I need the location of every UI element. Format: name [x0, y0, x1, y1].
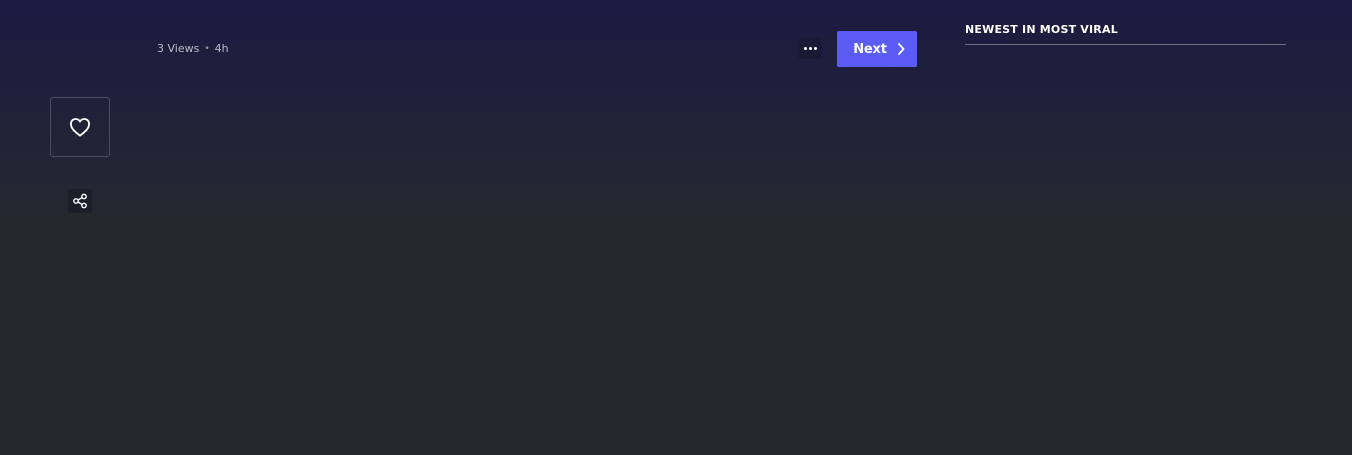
sidebar-divider [965, 44, 1286, 45]
more-options-button[interactable] [798, 37, 822, 59]
more-dot [813, 46, 817, 50]
like-button[interactable] [50, 97, 110, 157]
view-count: 3 Views [157, 42, 200, 55]
more-dot [808, 46, 812, 50]
share-icon [72, 193, 88, 209]
post-meta: 3 Views • 4h [157, 42, 229, 56]
sidebar-heading: NEWEST IN MOST VIRAL [965, 23, 1118, 36]
post-age: 4h [214, 42, 229, 55]
chevron-right-icon [897, 43, 905, 55]
meta-separator: • [204, 44, 210, 54]
share-button[interactable] [68, 189, 92, 213]
more-horizontal-icon [803, 46, 807, 50]
next-button-label: Next [853, 41, 887, 57]
heart-icon [69, 117, 91, 137]
next-button[interactable]: Next [837, 31, 917, 67]
